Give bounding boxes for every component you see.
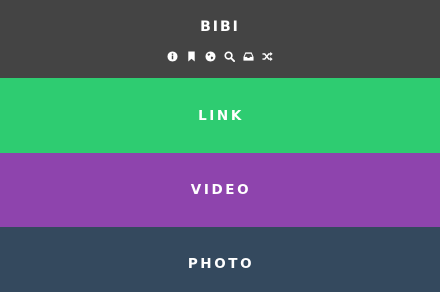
info-icon[interactable]: [167, 50, 178, 62]
link-section-label: LINK: [198, 107, 244, 124]
page: BIBI LINK VIDEO PHOTO: [0, 0, 440, 292]
link-section[interactable]: LINK: [0, 78, 440, 153]
inbox-icon[interactable]: [243, 51, 254, 62]
photo-section[interactable]: PHOTO: [0, 227, 440, 292]
shuffle-icon[interactable]: [262, 51, 273, 62]
globe-icon[interactable]: [205, 50, 216, 62]
photo-section-label: PHOTO: [187, 255, 255, 272]
icon-bar: [0, 50, 440, 62]
video-section[interactable]: VIDEO: [0, 153, 440, 227]
search-icon[interactable]: [224, 50, 235, 62]
video-section-label: VIDEO: [190, 182, 252, 198]
header: BIBI: [0, 0, 440, 78]
site-title[interactable]: BIBI: [0, 18, 440, 36]
bookmark-icon[interactable]: [186, 50, 197, 62]
